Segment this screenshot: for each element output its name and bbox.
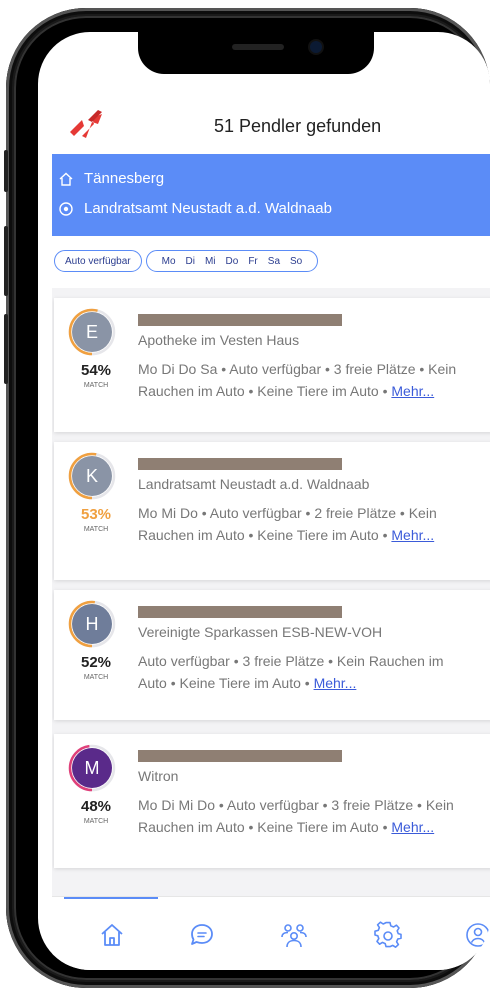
details-line-2-text: Rauchen im Auto • Keine Tiere im Auto • [138, 383, 392, 399]
match-percent: 52% [80, 654, 112, 671]
company-name: Witron [138, 768, 179, 784]
company-name: Landratsamt Neustadt a.d. Waldnaab [138, 476, 370, 492]
day-fr[interactable]: Fr [248, 256, 257, 267]
filter-chips: Auto verfügbar Mo Di Mi Do Fr Sa So [54, 250, 319, 272]
match-list[interactable]: E Apotheke im Vesten Haus 54% MATCH Mo D… [52, 288, 490, 896]
tab-settings[interactable] [374, 921, 402, 949]
app-logo-icon [70, 110, 102, 138]
match-details: Mo Di Do Sa • Auto verfügbar • 3 freie P… [138, 358, 484, 402]
target-icon [59, 201, 73, 216]
day-mo[interactable]: Mo [162, 256, 176, 267]
details-line-2: Rauchen im Auto • Keine Tiere im Auto • … [138, 524, 484, 546]
tab-bar [52, 896, 490, 970]
redacted-name [138, 606, 342, 618]
details-line-1: Mo Mi Do • Auto verfügbar • 2 freie Plät… [138, 505, 437, 521]
details-line-2-text: Rauchen im Auto • Keine Tiere im Auto • [138, 819, 392, 835]
match-card[interactable]: K Landratsamt Neustadt a.d. Waldnaab 53%… [54, 442, 490, 580]
route-from-label: Tännesberg [84, 170, 165, 187]
more-link[interactable]: Mehr... [314, 675, 357, 691]
car-available-filter[interactable]: Auto verfügbar [54, 250, 142, 272]
notch [138, 32, 374, 74]
redacted-name [138, 458, 342, 470]
tab-home[interactable] [98, 921, 126, 949]
tab-messages[interactable] [188, 921, 216, 949]
details-line-2-text: Rauchen im Auto • Keine Tiere im Auto • [138, 527, 392, 543]
match-label: MATCH [83, 382, 109, 389]
match-label: MATCH [83, 674, 109, 681]
details-line-2: Rauchen im Auto • Keine Tiere im Auto • … [138, 380, 484, 402]
header: 51 Pendler gefunden [38, 90, 490, 154]
match-details: Mo Di Mi Do • Auto verfügbar • 3 freie P… [138, 794, 484, 838]
details-line-2: Auto • Keine Tiere im Auto • Mehr... [138, 672, 484, 694]
match-details: Auto verfügbar • 3 freie Plätze • Kein R… [138, 650, 484, 694]
match-label: MATCH [83, 526, 109, 533]
details-line-1: Mo Di Mi Do • Auto verfügbar • 3 freie P… [138, 797, 454, 813]
more-link[interactable]: Mehr... [391, 819, 434, 835]
day-mi[interactable]: Mi [205, 256, 216, 267]
match-percent: 53% [80, 506, 112, 523]
volume-down-button [4, 314, 8, 384]
people-icon [281, 924, 307, 948]
tab-people[interactable] [280, 921, 308, 949]
match-details: Mo Mi Do • Auto verfügbar • 2 freie Plät… [138, 502, 484, 546]
app-screen: 51 Pendler gefunden Tännesberg Landratsa… [38, 32, 490, 970]
details-line-1: Auto verfügbar • 3 freie Plätze • Kein R… [138, 653, 444, 669]
weekday-filter[interactable]: Mo Di Mi Do Fr Sa So [145, 250, 319, 272]
profile-icon [466, 923, 490, 947]
match-card[interactable]: M Witron 48% MATCH Mo Di Mi Do • Auto ve… [54, 734, 490, 868]
day-do[interactable]: Do [226, 256, 239, 267]
speaker [232, 44, 284, 50]
page-title: 51 Pendler gefunden [214, 116, 382, 136]
details-line-2: Rauchen im Auto • Keine Tiere im Auto • … [138, 816, 484, 838]
match-label: MATCH [83, 818, 109, 825]
active-tab-indicator [64, 897, 158, 899]
match-percent: 54% [80, 362, 112, 379]
route-to: Landratsamt Neustadt a.d. Waldnaab [58, 200, 332, 217]
route-panel[interactable]: Tännesberg Landratsamt Neustadt a.d. Wal… [52, 154, 490, 236]
more-link[interactable]: Mehr... [391, 383, 434, 399]
route-to-label: Landratsamt Neustadt a.d. Waldnaab [84, 200, 332, 217]
details-line-1: Mo Di Do Sa • Auto verfügbar • 3 freie P… [138, 361, 457, 377]
mute-switch [4, 150, 8, 192]
match-percent: 48% [80, 798, 112, 815]
company-name: Apotheke im Vesten Haus [138, 332, 300, 348]
route-from: Tännesberg [58, 170, 164, 187]
day-sa[interactable]: Sa [268, 256, 280, 267]
redacted-name [138, 314, 342, 326]
more-link[interactable]: Mehr... [391, 527, 434, 543]
camera [310, 41, 322, 53]
chat-icon [191, 924, 213, 945]
home-icon [101, 924, 123, 946]
avatar: E [72, 312, 112, 352]
home-icon [59, 172, 73, 186]
company-name: Vereinigte Sparkassen ESB-NEW-VOH [138, 624, 383, 640]
tab-profile[interactable] [464, 921, 490, 949]
redacted-name [138, 750, 342, 762]
avatar: M [72, 748, 112, 788]
day-di[interactable]: Di [186, 256, 195, 267]
day-so[interactable]: So [290, 256, 302, 267]
settings-icon [374, 921, 402, 949]
match-card[interactable]: H Vereinigte Sparkassen ESB-NEW-VOH 52% … [54, 590, 490, 720]
volume-up-button [4, 226, 8, 296]
details-line-2-text: Auto • Keine Tiere im Auto • [138, 675, 314, 691]
match-card[interactable]: E Apotheke im Vesten Haus 54% MATCH Mo D… [54, 298, 490, 432]
avatar: K [72, 456, 112, 496]
avatar: H [72, 604, 112, 644]
